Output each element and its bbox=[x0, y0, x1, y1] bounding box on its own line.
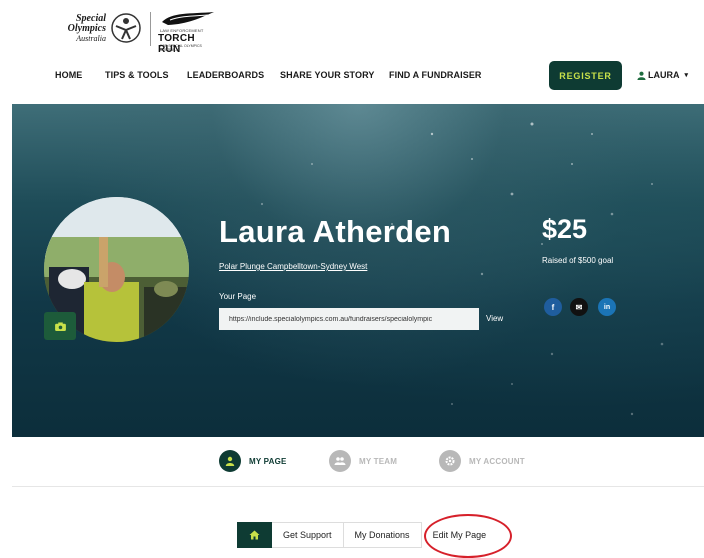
nav-find-a-fundraiser[interactable]: FIND A FUNDRAISER bbox=[389, 70, 482, 80]
team-icon bbox=[334, 457, 346, 465]
site-header: Special Olympics Australia LAW ENFORCEME… bbox=[0, 0, 704, 104]
nav-tips-tools[interactable]: TIPS & TOOLS bbox=[105, 70, 169, 80]
user-name: LAURA bbox=[648, 70, 680, 80]
user-icon bbox=[637, 71, 646, 80]
profile-name: Laura Atherden bbox=[219, 214, 452, 249]
raised-of-goal: Raised of $500 goal bbox=[542, 256, 614, 265]
special-olympics-emblem-icon bbox=[111, 13, 141, 43]
page-subnav: Get Support My Donations Edit My Page bbox=[237, 522, 498, 548]
linkedin-icon: in bbox=[603, 303, 611, 311]
your-page-label: Your Page bbox=[219, 292, 257, 301]
user-menu[interactable]: LAURA ▾ bbox=[637, 70, 688, 80]
change-photo-button[interactable] bbox=[44, 312, 76, 340]
torch-flame-icon bbox=[162, 12, 214, 25]
subnav-home-button[interactable] bbox=[237, 522, 272, 548]
facebook-share-button[interactable]: f bbox=[544, 298, 562, 316]
tab-my-team[interactable]: MY TEAM bbox=[329, 450, 397, 472]
tab-my-page[interactable]: MY PAGE bbox=[219, 450, 287, 472]
linkedin-share-button[interactable]: in bbox=[598, 298, 616, 316]
subnav-my-donations[interactable]: My Donations bbox=[343, 522, 422, 548]
nav-share-your-story[interactable]: SHARE YOUR STORY bbox=[280, 70, 374, 80]
torch-run-logo[interactable]: LAW ENFORCEMENT TORCH RUN FOR SPECIAL OL… bbox=[158, 10, 218, 55]
subnav-get-support[interactable]: Get Support bbox=[272, 522, 344, 548]
amount-raised: $25 bbox=[542, 214, 588, 244]
subnav-edit-my-page[interactable]: Edit My Page bbox=[421, 522, 498, 548]
event-link[interactable]: Polar Plunge Campbelltown-Sydney West bbox=[219, 262, 367, 271]
profile-tabs: MY PAGE MY TEAM MY ACCOUNT bbox=[0, 450, 704, 474]
page-url-field[interactable] bbox=[219, 308, 479, 330]
view-page-link[interactable]: View bbox=[486, 314, 503, 323]
nav-home[interactable]: HOME bbox=[55, 70, 82, 80]
torch-run-tagline: FOR SPECIAL OLYMPICS AUSTRALIA bbox=[160, 44, 202, 52]
tab-my-account[interactable]: MY ACCOUNT bbox=[439, 450, 525, 472]
facebook-icon: f bbox=[551, 302, 555, 312]
section-divider bbox=[12, 486, 704, 487]
email-icon: ✉ bbox=[575, 302, 583, 312]
logo-divider bbox=[150, 12, 151, 46]
camera-icon bbox=[54, 321, 66, 331]
nav-leaderboards[interactable]: LEADERBOARDS bbox=[187, 70, 264, 80]
register-button[interactable]: REGISTER bbox=[549, 61, 622, 90]
tab-my-account-label: MY ACCOUNT bbox=[469, 456, 525, 466]
gear-icon bbox=[445, 456, 455, 466]
user-icon bbox=[225, 456, 235, 466]
special-olympics-logo[interactable]: Special Olympics Australia bbox=[54, 12, 144, 46]
logo-text-australia: Australia bbox=[76, 34, 106, 43]
tab-my-page-label: MY PAGE bbox=[249, 456, 287, 466]
email-share-button[interactable]: ✉ bbox=[570, 298, 588, 316]
logo-text-olympics: Olympics bbox=[67, 23, 106, 34]
home-icon bbox=[249, 530, 260, 540]
tab-my-team-label: MY TEAM bbox=[359, 456, 398, 466]
chevron-down-icon: ▾ bbox=[684, 72, 689, 79]
